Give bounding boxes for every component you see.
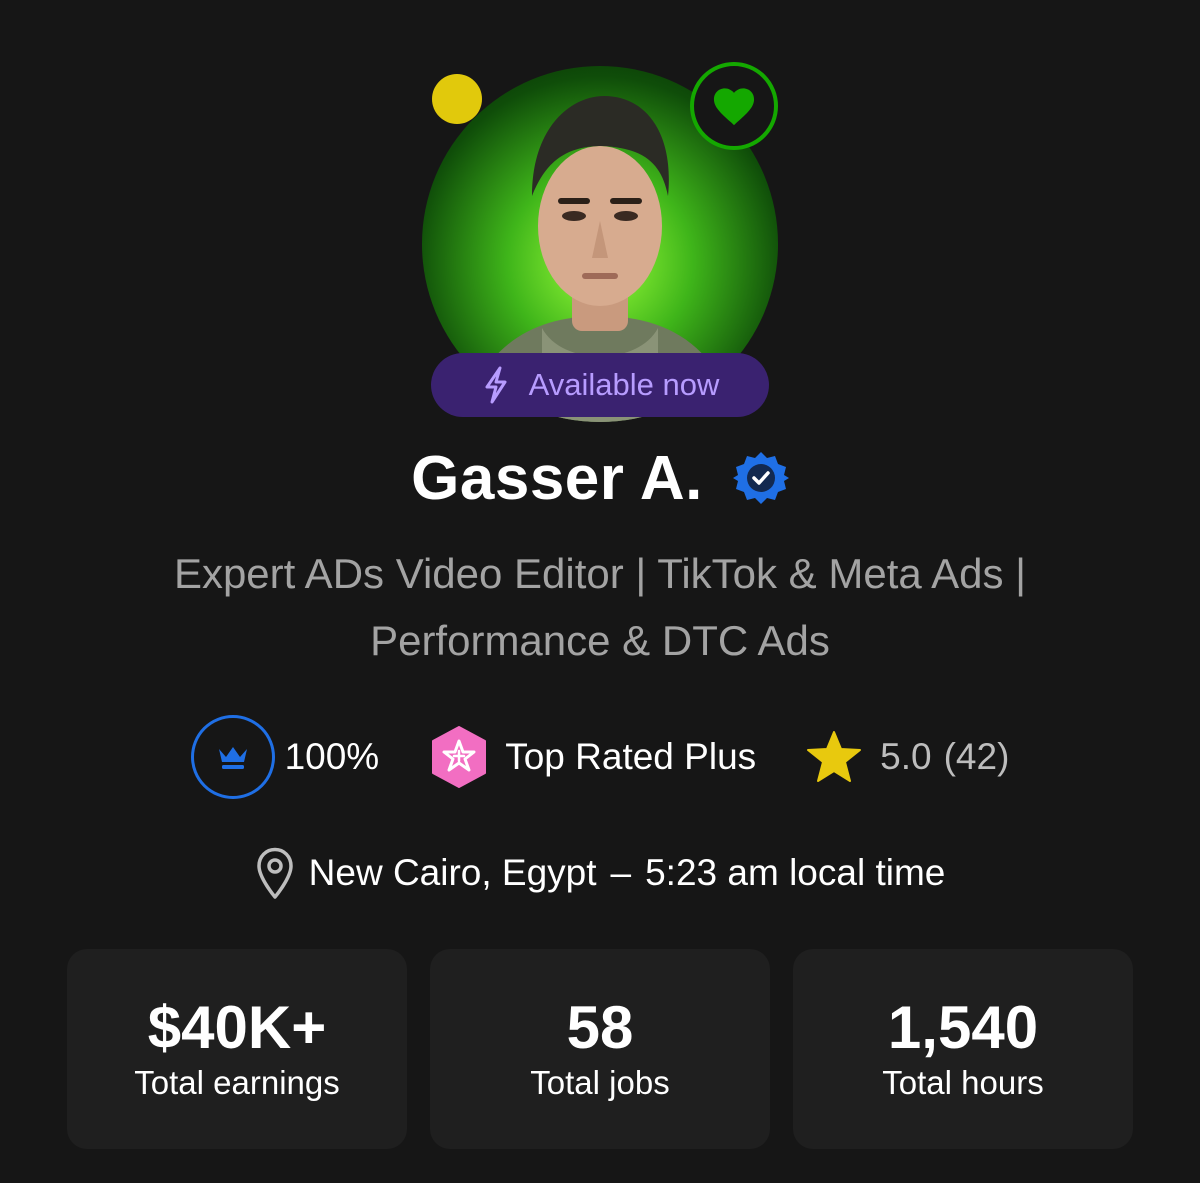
stat-label: Total jobs — [530, 1064, 670, 1101]
stat-card-earnings: $40K+ Total earnings — [67, 949, 407, 1149]
name-row: Gasser A. — [0, 438, 1200, 518]
favorite-button[interactable] — [690, 62, 778, 150]
profile-title: Expert ADs Video Editor | TikTok & Meta … — [173, 550, 1027, 664]
rating[interactable]: 5.0 (42) — [806, 730, 1009, 784]
availability-label: Available now — [528, 367, 720, 402]
stat-label: Total hours — [882, 1064, 1044, 1101]
location-city: New Cairo, Egypt — [308, 852, 597, 893]
location-separator: – — [610, 852, 632, 893]
rating-count: (42) — [943, 736, 1010, 777]
stat-label: Total earnings — [134, 1064, 340, 1101]
crown-icon-container — [190, 715, 275, 799]
top-rated-plus-label: Top Rated Plus — [505, 736, 757, 777]
job-success-score[interactable]: 100% — [190, 715, 380, 799]
heart-icon — [713, 88, 755, 126]
profile-name: Gasser A. — [411, 443, 703, 513]
top-rated-plus-badge[interactable]: Top Rated Plus — [429, 725, 756, 789]
job-success-value: 100% — [284, 736, 380, 777]
stat-card-jobs: 58 Total jobs — [430, 949, 770, 1149]
badges-row: 100% Top Rated Plus 5.0 (42) — [0, 712, 1200, 802]
crown-icon — [218, 747, 247, 769]
availability-badge: Available now — [431, 353, 769, 417]
star-icon — [807, 731, 862, 782]
top-rated-plus-icon — [432, 726, 487, 788]
lightning-icon — [485, 366, 507, 404]
stat-value: 1,540 — [887, 994, 1039, 1061]
verified-badge-icon — [732, 452, 789, 504]
stat-value: $40K+ — [147, 994, 327, 1061]
rating-value: 5.0 — [880, 736, 932, 777]
stat-value: 58 — [566, 994, 634, 1061]
location-row: New Cairo, Egypt – 5:23 am local time — [0, 838, 1200, 908]
stat-card-hours: 1,540 Total hours — [793, 949, 1133, 1149]
location-pin-icon — [256, 847, 293, 899]
presence-dot — [432, 74, 482, 124]
local-time: 5:23 am local time — [645, 852, 946, 893]
